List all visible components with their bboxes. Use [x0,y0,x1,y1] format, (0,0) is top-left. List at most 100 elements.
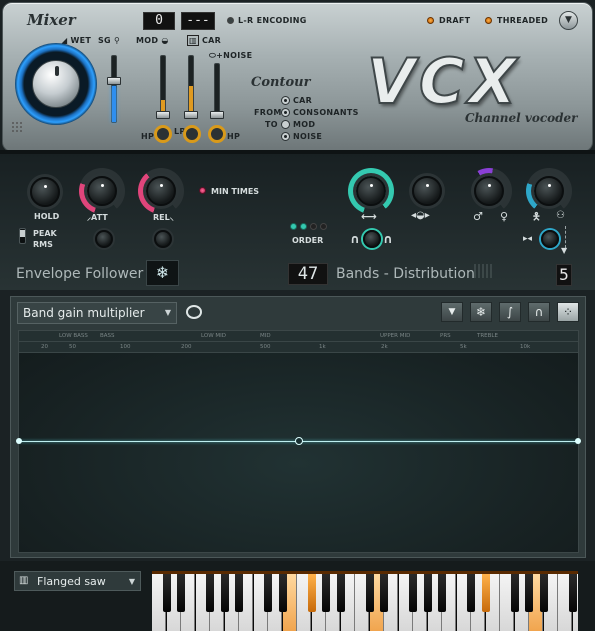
bands-count-lcd[interactable]: 47 [288,263,328,285]
contour-mod-radio [281,120,290,129]
freq-500: 500 [260,344,271,350]
grip-dots [11,121,23,133]
range-treble: TREBLE [477,333,498,339]
black-key[interactable] [365,574,374,612]
editor-point-button[interactable]: ⁘ [557,302,579,322]
black-key[interactable] [206,574,214,612]
order-led-4[interactable] [320,223,327,230]
black-key[interactable] [438,574,446,612]
black-key[interactable] [380,574,388,612]
peak-rms-switch[interactable] [19,228,26,244]
black-key[interactable] [177,574,185,612]
mod-hp-knob[interactable] [154,125,172,143]
mixer-title: Mixer [27,11,76,29]
black-key[interactable] [278,574,287,612]
band-graph[interactable]: LOW BASS BASS LOW MID MID UPPER MID PRS … [16,330,581,553]
curve-point-center[interactable] [295,437,303,445]
hold-knob[interactable] [30,177,60,207]
lr-encoding-led[interactable] [227,17,234,24]
black-key[interactable] [525,574,533,612]
black-key[interactable] [481,574,490,612]
black-key[interactable] [162,574,171,612]
black-key[interactable] [264,574,272,612]
rel-knob[interactable] [146,176,176,206]
sg-slider-handle[interactable] [107,77,121,85]
order-led-1[interactable] [290,223,297,230]
editor-freeze-button[interactable]: ❄ [470,302,492,322]
wet-knob[interactable] [15,43,97,125]
black-key[interactable] [336,574,345,612]
black-key[interactable] [307,574,316,612]
black-key[interactable] [510,574,519,612]
noise-fader-handle[interactable] [210,111,224,119]
curve-point-left[interactable] [16,438,22,444]
min-times-led[interactable] [199,187,206,194]
att-knob[interactable] [87,176,117,206]
contour-car[interactable]: CAR [281,96,312,105]
arrow-down-icon: ▼ [561,246,568,255]
stereo-knob[interactable] [541,230,559,248]
black-key[interactable] [539,574,548,612]
contour-from-label: FROM [254,108,282,117]
chevron-down-icon: ▼ [128,577,135,586]
car-fader-handle[interactable] [184,111,198,119]
noise-fader[interactable] [214,63,220,117]
filter-shape-icon-2: ∩ [383,232,393,246]
mod-fader[interactable] [160,55,166,117]
band-shift-knob[interactable] [412,176,442,206]
black-key[interactable] [235,574,243,612]
top-panel: Mixer ◢ WET SG ⚲ 0 --- L-R ENCODING MOD … [2,2,593,152]
distribution-value[interactable]: 5 [556,264,572,286]
voices-knob[interactable] [534,176,564,206]
editor-curve-button[interactable]: ∫ [499,302,521,322]
editor-magnet-button[interactable]: ∩ [528,302,550,322]
menu-dropdown-icon[interactable]: ▼ [559,11,578,30]
range-low-bass: LOW BASS [59,333,88,339]
filter-shape-knob[interactable] [363,230,381,248]
hold-label: HOLD [34,212,60,221]
range-bass: BASS [100,333,115,339]
curve-point-right[interactable] [575,438,581,444]
car-lp-knob[interactable] [183,125,201,143]
freq-50: 50 [69,344,76,350]
band-editor: Band gain multiplier ▼ ▼ ❄ ∫ ∩ ⁘ LOW BAS… [10,296,586,558]
mod-fader-handle[interactable] [156,111,170,119]
bars-icon [474,264,492,278]
att-curve-knob[interactable] [95,230,113,248]
black-key[interactable] [568,574,577,612]
freq-200: 200 [181,344,192,350]
att-label: ⸝ATT [87,213,108,222]
car-fader[interactable] [188,55,194,117]
noise-hp-knob[interactable] [208,125,226,143]
threaded-led[interactable] [485,17,492,24]
chevron-down-icon: ▼ [164,308,171,317]
black-key[interactable] [322,574,330,612]
mode-select[interactable]: Band gain multiplier ▼ [17,302,177,324]
vcx-logo: VCX [366,45,521,118]
hp2-label: HP [227,132,241,141]
order-led-2[interactable] [300,223,307,230]
threaded-label: THREADED [497,16,549,25]
frequency-ruler: LOW BASS BASS LOW MID MID UPPER MID PRS … [19,331,578,353]
piano-keys[interactable] [152,574,578,631]
car-label: ▥ CAR [187,35,222,46]
order-led-3[interactable] [310,223,317,230]
formant-knob[interactable] [474,176,504,206]
black-key[interactable] [220,574,229,612]
lips-toggle-icon[interactable] [186,305,202,319]
editor-menu-button[interactable]: ▼ [441,302,463,322]
carrier-select[interactable]: ▥ Flanged saw ▼ [14,571,141,591]
draft-led[interactable] [427,17,434,24]
black-key[interactable] [409,574,417,612]
rel-curve-knob[interactable] [154,230,172,248]
black-key[interactable] [423,574,432,612]
band-spread-knob[interactable] [356,176,386,206]
range-low-mid: LOW MID [201,333,226,339]
sg-slider[interactable] [111,55,117,123]
piano-keyboard[interactable] [152,571,578,631]
contour-consonants[interactable]: CONSONANTS [281,108,359,117]
black-key[interactable] [467,574,475,612]
contour-noise[interactable]: NOISE [281,132,322,141]
envelope-freeze-button[interactable]: ❄ [146,260,179,286]
contour-mod[interactable]: MOD [281,120,315,129]
